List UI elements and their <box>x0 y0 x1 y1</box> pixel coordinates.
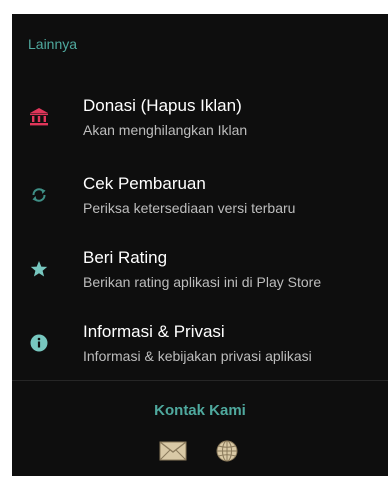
menu-item-beri-rating[interactable]: Beri Rating Berikan rating aplikasi ini … <box>12 236 388 300</box>
star-icon <box>28 258 50 280</box>
mail-icon[interactable] <box>158 440 188 462</box>
settings-panel: Lainnya Donasi (Hapus Iklan) Akan menghi… <box>12 14 388 476</box>
contact-icons <box>12 440 388 462</box>
contact-title: Kontak Kami <box>154 402 246 419</box>
refresh-icon <box>28 184 50 206</box>
menu-item-informasi-privasi[interactable]: Informasi & Privasi Informasi & kebijaka… <box>12 310 388 374</box>
menu-item-subtitle: Periksa ketersediaan versi terbaru <box>83 200 296 216</box>
menu-item-title: Informasi & Privasi <box>83 322 225 341</box>
menu-item-cek-pembaruan[interactable]: Cek Pembaruan Periksa ketersediaan versi… <box>12 162 388 226</box>
bank-icon <box>28 106 50 128</box>
menu-item-donasi[interactable]: Donasi (Hapus Iklan) Akan menghilangkan … <box>12 84 388 148</box>
menu-item-subtitle: Informasi & kebijakan privasi aplikasi <box>83 348 312 364</box>
globe-icon[interactable] <box>212 440 242 462</box>
section-header: Lainnya <box>28 36 78 52</box>
menu-item-subtitle: Berikan rating aplikasi ini di Play Stor… <box>83 274 322 290</box>
menu-item-title: Donasi (Hapus Iklan) <box>83 96 242 115</box>
divider <box>12 380 388 381</box>
menu-item-title: Cek Pembaruan <box>83 174 206 193</box>
menu-item-title: Beri Rating <box>83 248 168 267</box>
menu-item-subtitle: Akan menghilangkan Iklan <box>83 122 248 138</box>
info-icon <box>28 332 50 354</box>
